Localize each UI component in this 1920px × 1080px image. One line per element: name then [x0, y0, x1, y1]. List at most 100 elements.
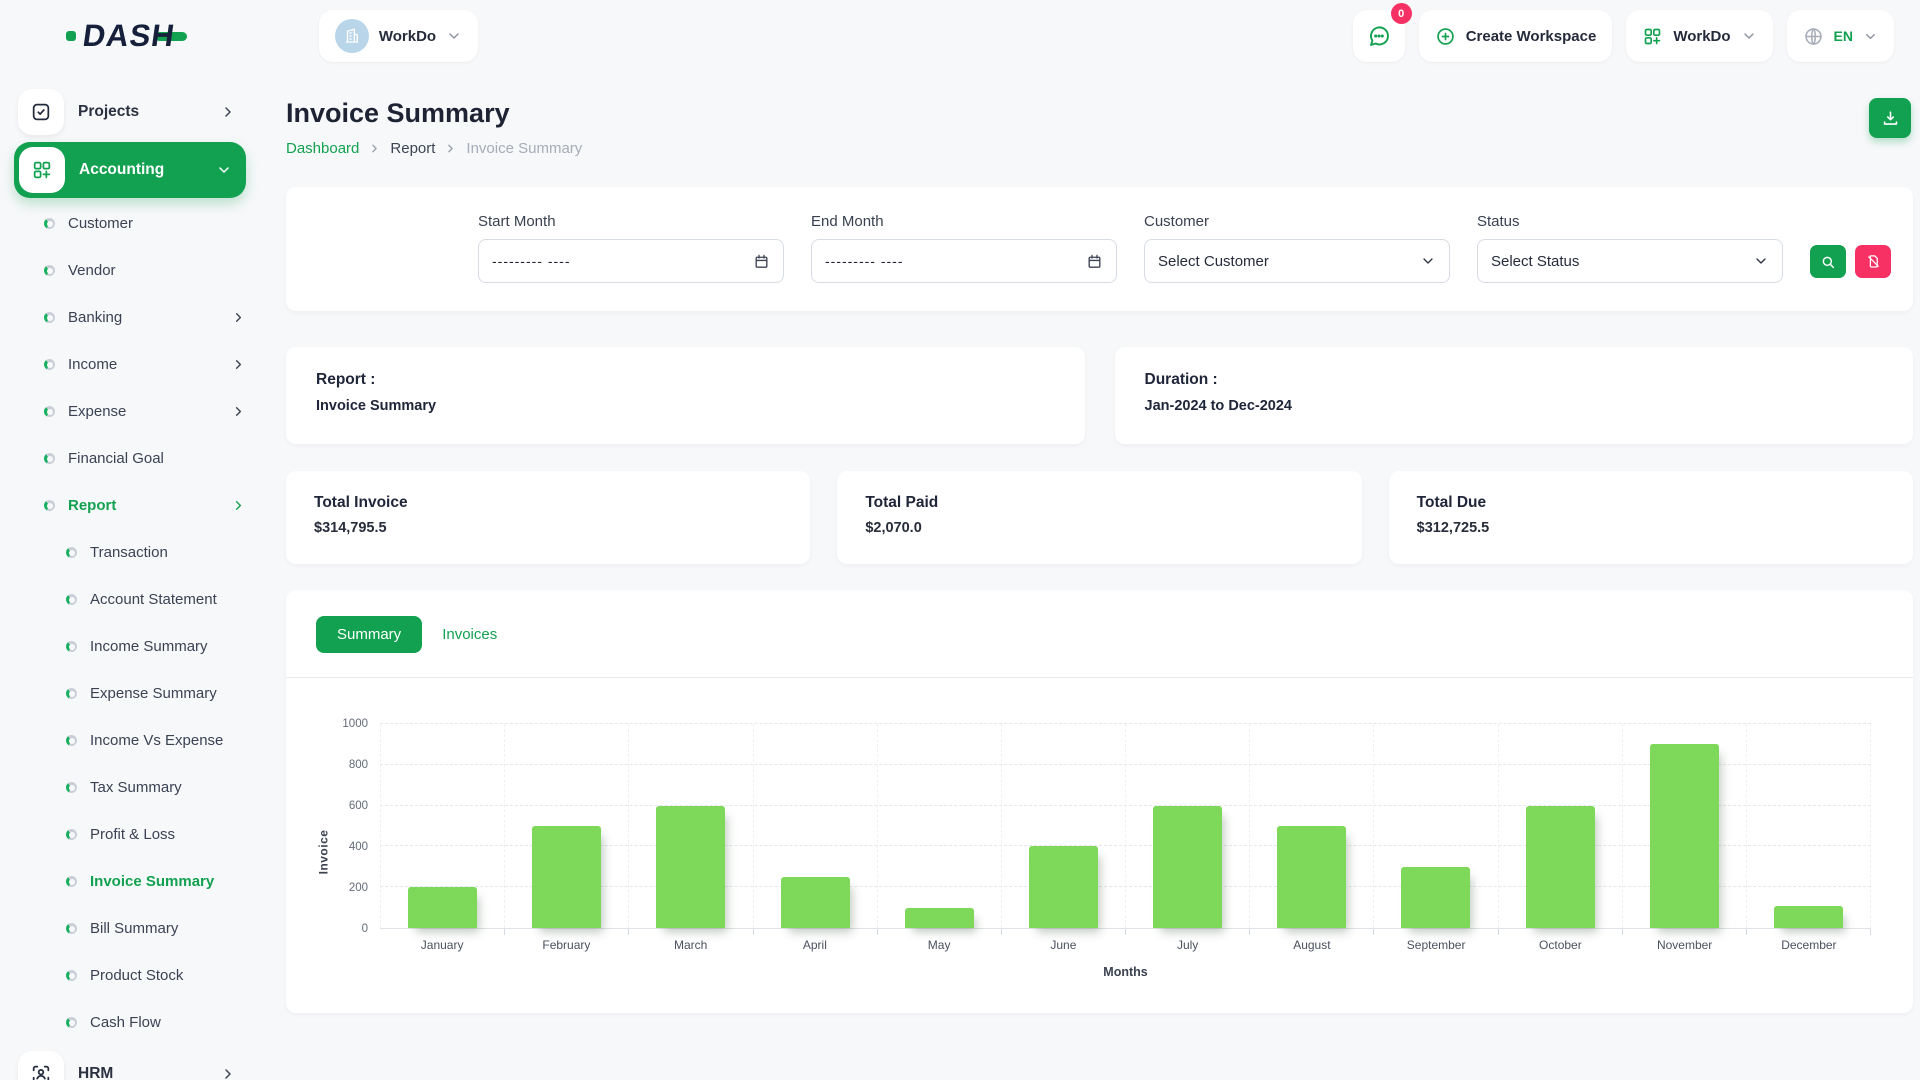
sidebar-item-label: Income Summary [90, 638, 208, 655]
messages-button[interactable]: 0 [1353, 10, 1405, 62]
sidebar-item-income-vs-expense[interactable]: Income Vs Expense [14, 717, 246, 764]
chart-tabs: Summary Invoices [286, 590, 1913, 677]
sidebar-item-accounting[interactable]: Accounting [14, 142, 246, 198]
bar-january [408, 887, 477, 928]
reset-filter-button[interactable] [1855, 245, 1891, 278]
bullet-icon [66, 782, 77, 793]
tab-invoices[interactable]: Invoices [442, 626, 497, 643]
sidebar-item-cash-flow[interactable]: Cash Flow [14, 999, 246, 1046]
y-tick-label: 200 [349, 882, 368, 894]
sidebar-item-projects[interactable]: Projects [14, 84, 246, 140]
sidebar-item-income-summary[interactable]: Income Summary [14, 623, 246, 670]
x-tick-label: May [877, 938, 1001, 952]
chart-column [380, 724, 505, 928]
chart-column [1250, 724, 1374, 928]
sidebar-item-customer[interactable]: Customer [14, 200, 246, 247]
app-logo[interactable]: DASH [66, 18, 187, 54]
accounting-grid-icon [19, 147, 65, 193]
bullet-icon [44, 500, 55, 511]
page-title: Invoice Summary [286, 98, 582, 129]
bullet-icon [66, 876, 77, 887]
breadcrumb-current: Invoice Summary [466, 140, 582, 157]
sidebar-item-expense[interactable]: Expense [14, 388, 246, 435]
chart-column [1374, 724, 1498, 928]
chevron-right-icon [231, 404, 246, 419]
chevron-right-icon [444, 142, 457, 155]
calendar-icon[interactable] [753, 253, 770, 270]
sidebar-item-label: Transaction [90, 544, 168, 561]
sidebar-item-transaction[interactable]: Transaction [14, 529, 246, 576]
sidebar-item-label: Vendor [68, 262, 116, 279]
sidebar-item-tax-summary[interactable]: Tax Summary [14, 764, 246, 811]
end-month-label: End Month [811, 213, 1117, 230]
calendar-icon[interactable] [1086, 253, 1103, 270]
stat-label: Total Paid [865, 494, 1333, 512]
download-button[interactable] [1869, 98, 1911, 138]
language-menu[interactable]: EN [1787, 10, 1894, 62]
plot-area [380, 724, 1871, 929]
total-paid-card: Total Paid $2,070.0 [837, 471, 1361, 564]
bar-june [1029, 846, 1098, 928]
create-workspace-button[interactable]: Create Workspace [1419, 10, 1613, 62]
building-icon [343, 27, 361, 45]
chart-column [1747, 724, 1871, 928]
start-month-placeholder: --------- ---- [492, 253, 571, 269]
sidebar-item-label: Cash Flow [90, 1014, 161, 1031]
duration-info-value: Jan-2024 to Dec-2024 [1145, 398, 1884, 414]
status-field: Status Select Status [1477, 213, 1783, 283]
x-axis-title: Months [380, 965, 1871, 979]
breadcrumb-report[interactable]: Report [390, 140, 435, 157]
stat-label: Total Due [1417, 494, 1885, 512]
sidebar-item-invoice-summary[interactable]: Invoice Summary [14, 858, 246, 905]
duration-info-card: Duration : Jan-2024 to Dec-2024 [1115, 347, 1914, 444]
apply-filter-button[interactable] [1810, 245, 1846, 278]
sidebar-item-label: Income [68, 356, 117, 373]
x-tick-label: September [1374, 938, 1498, 952]
tab-summary[interactable]: Summary [316, 616, 422, 653]
bar-july [1153, 806, 1222, 928]
duration-info-label: Duration : [1145, 371, 1884, 389]
bullet-icon [66, 641, 77, 652]
sidebar-item-banking[interactable]: Banking [14, 294, 246, 341]
invoice-chart-card: Summary Invoices Invoice 020040060080010… [286, 590, 1913, 1013]
stat-label: Total Invoice [314, 494, 782, 512]
bullet-icon [66, 829, 77, 840]
sidebar-item-account-statement[interactable]: Account Statement [14, 576, 246, 623]
sidebar-item-income[interactable]: Income [14, 341, 246, 388]
sidebar-item-vendor[interactable]: Vendor [14, 247, 246, 294]
chevron-right-icon [231, 498, 246, 513]
plus-circle-icon [1435, 26, 1456, 47]
chart-column [1623, 724, 1747, 928]
start-month-label: Start Month [478, 213, 784, 230]
sidebar-item-expense-summary[interactable]: Expense Summary [14, 670, 246, 717]
sidebar-item-profit-loss[interactable]: Profit & Loss [14, 811, 246, 858]
bullet-icon [44, 359, 55, 370]
status-select[interactable]: Select Status [1477, 239, 1783, 283]
chevron-down-icon [1741, 28, 1757, 44]
sidebar-item-label: Invoice Summary [90, 873, 214, 890]
bar-december [1774, 906, 1843, 928]
end-month-input[interactable]: --------- ---- [811, 239, 1117, 283]
x-tick-label: April [753, 938, 877, 952]
sidebar-item-hrm[interactable]: HRM [14, 1046, 246, 1080]
workspace-name: WorkDo [379, 28, 436, 45]
bar-november [1650, 744, 1719, 928]
customer-select[interactable]: Select Customer [1144, 239, 1450, 283]
breadcrumb-dashboard[interactable]: Dashboard [286, 140, 359, 157]
y-tick-label: 800 [349, 759, 368, 771]
sidebar-item-report[interactable]: Report [14, 482, 246, 529]
create-workspace-label: Create Workspace [1466, 28, 1597, 45]
stat-value: $314,795.5 [314, 520, 782, 536]
chevron-right-icon [220, 1066, 236, 1080]
workspace-menu[interactable]: WorkDo [1626, 10, 1772, 62]
sidebar-item-product-stock[interactable]: Product Stock [14, 952, 246, 999]
download-icon [1881, 109, 1900, 128]
workspace-switcher[interactable]: WorkDo [319, 10, 478, 62]
sidebar-item-label: Accounting [79, 161, 164, 179]
sidebar-item-bill-summary[interactable]: Bill Summary [14, 905, 246, 952]
start-month-input[interactable]: --------- ---- [478, 239, 784, 283]
file-slash-icon [1866, 254, 1881, 269]
sidebar-item-financial-goal[interactable]: Financial Goal [14, 435, 246, 482]
stat-value: $2,070.0 [865, 520, 1333, 536]
bar-may [905, 908, 974, 928]
